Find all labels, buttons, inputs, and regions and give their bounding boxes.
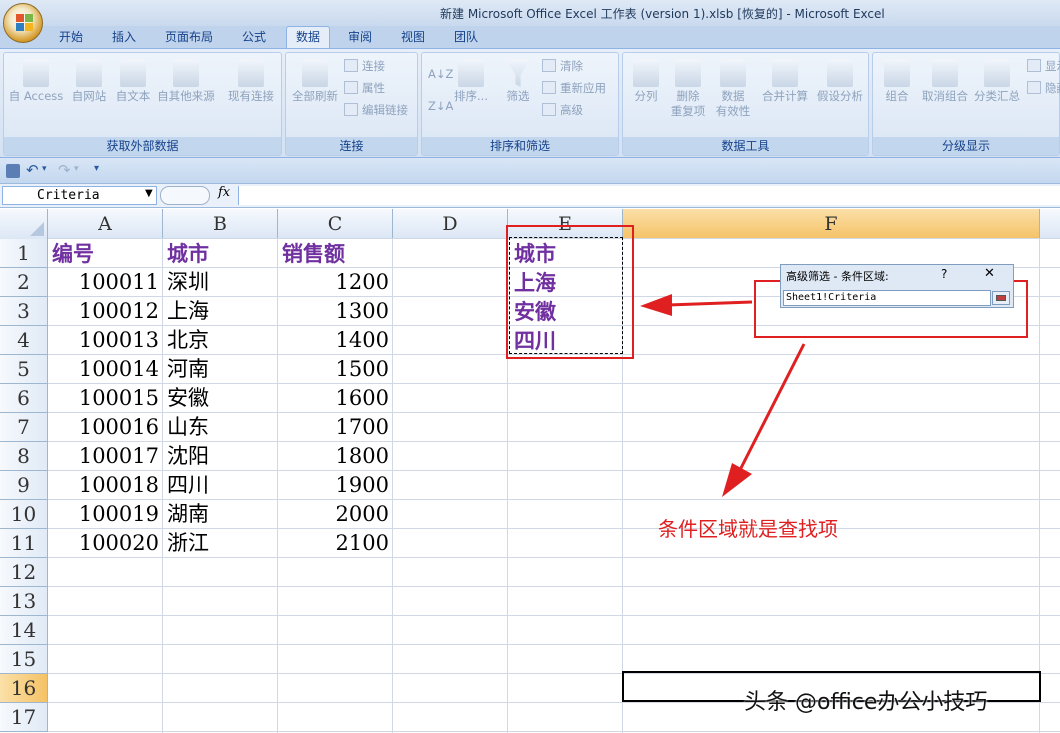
arrow-down-line bbox=[738, 343, 806, 471]
office-button[interactable] bbox=[3, 3, 43, 43]
annotation-arrows bbox=[640, 294, 806, 497]
arrow-left-line bbox=[667, 300, 753, 307]
office-logo-icon bbox=[16, 14, 34, 32]
arrow-down-head bbox=[722, 463, 752, 497]
arrow-left-head bbox=[640, 294, 672, 316]
watermark: 头条 @office办公小技巧 bbox=[744, 690, 988, 715]
annotation-text: 条件区域就是查找项 bbox=[658, 517, 838, 541]
